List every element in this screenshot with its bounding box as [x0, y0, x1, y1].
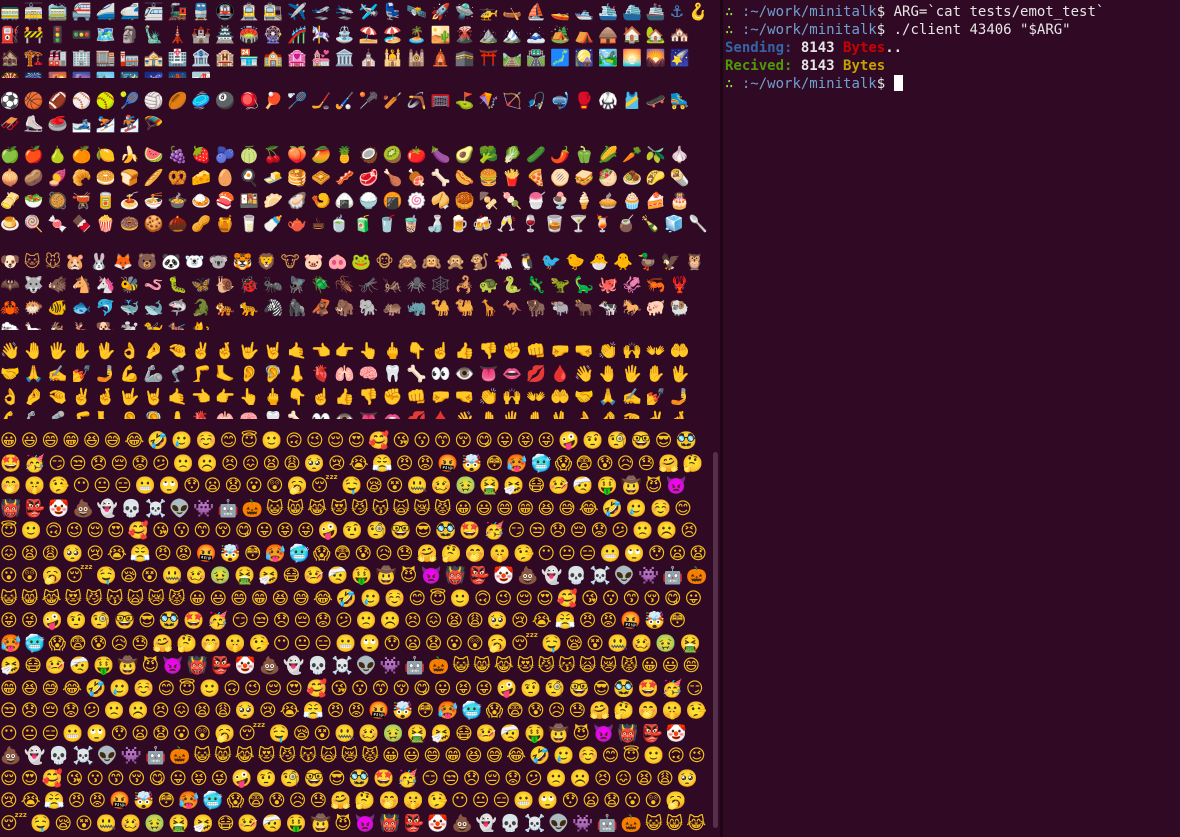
command-line-1: ∴ :~/work/minitalk$ ARG=`cat tests/emot_…: [725, 3, 1104, 21]
received-label: Recived:: [725, 58, 793, 74]
left-terminal-pane[interactable]: 🚃🚋🚞🚝🚄🚅🚈🚂🚆🚇🚊🚉✈️🛫🛬🛩️💺🛰️🚀🛸🚁🛶⛵🚤🛥️🛳️⛴️🚢⚓🪝⛽🚧🚦🚥…: [0, 0, 720, 837]
command-text-2: ./client 43406 "$ARG": [893, 22, 1071, 38]
prompt-dollar: $: [876, 22, 886, 38]
faces-emoji-text: 😀😃😄😁😆😅😂🤣🥲☺️😊😇🙂🙃😉😌😍🥰😘😗😙😚😋😛😝😜🤪🤨🧐🤓😎🥸🤩🥳😏😒😞😔😟…: [0, 431, 711, 832]
sending-status-line: Sending: 8143 Bytes..: [725, 39, 902, 57]
prompt-symbol: ∴: [725, 22, 734, 38]
prompt-dollar: $: [876, 76, 886, 92]
left-terminal-scrollbar[interactable]: [713, 452, 718, 828]
prompt-path: :~/work/minitalk: [741, 22, 877, 38]
food-emoji-output: 🍏🍎🍐🍊🍋🍌🍉🍇🍓🫐🍈🍒🍑🥭🍍🥥🥝🍅🍆🥑🥦🥬🥒🌶️🫑🌽🥕🫒🧄🧅🥔🍠🥐🥯🍞🥖🥨🧀🥚…: [0, 145, 713, 233]
hands-emoji-output: 👋🤚🖐️✋🖖👌🤌🤏✌️🤞🤟🤘🤙👈👉👆🖕👇☝️👍👎✊👊🤛🤜👏🙌👐🤲🤝🙏✍️💅🤳💪🦾…: [0, 341, 694, 419]
command-line-2: ∴ :~/work/minitalk$ ./client 43406 "$ARG…: [725, 21, 1071, 39]
sending-label: Sending:: [725, 40, 793, 56]
sport-emoji-output: ⚽🏀🏈⚾🥎🎾🏐🏉🥏🎱🪀🏓🏸🏒🏑🥍🏏🪃🥅⛳🪁🏹🎣🤿🥊🥋🎽🛹🛼🛷⛸️🥌🎿⛷️🏂🪂: [0, 91, 694, 133]
prompt-symbol: ∴: [725, 76, 734, 92]
prompt-path: :~/work/minitalk: [741, 76, 877, 92]
faces-emoji-output: 😀😃😄😁😆😅😂🤣🥲☺️😊😇🙂🙃😉😌😍🥰😘😗😙😚😋😛😝😜🤪🤨🧐🤓😎🥸🤩🥳😏😒😞😔😟…: [0, 430, 713, 832]
sending-suffix: ..: [885, 40, 903, 56]
command-line-3[interactable]: ∴ :~/work/minitalk$: [725, 75, 903, 93]
received-value: 8143: [800, 58, 835, 74]
prompt-dollar: $: [876, 4, 886, 20]
travel-emoji-output: 🚃🚋🚞🚝🚄🚅🚈🚂🚆🚇🚊🚉✈️🛫🛬🛩️💺🛰️🚀🛸🚁🛶⛵🚤🛥️🛳️⛴️🚢⚓🪝⛽🚧🚦🚥…: [0, 2, 713, 78]
received-status-line: Recived: 8143 Bytes: [725, 57, 885, 75]
received-unit: Bytes: [843, 58, 886, 74]
sending-unit: Bytes: [843, 40, 886, 56]
command-text-1: ARG=`cat tests/emot_test`: [893, 4, 1105, 20]
prompt-path: :~/work/minitalk: [741, 4, 877, 20]
prompt-symbol: ∴: [725, 4, 734, 20]
animal-emoji-output: 🐶🐱🐭🐹🐰🦊🐻🐼🐻‍❄️🐨🐯🦁🐮🐷🐽🐸🐵🙈🙉🙊🐒🐔🐧🐦🐤🐣🐥🦆🦅🦉🦇🐺🐗🐴🦄🐝🪱…: [0, 252, 709, 330]
sending-value: 8143: [800, 40, 835, 56]
right-terminal-pane[interactable]: ∴ :~/work/minitalk$ ARG=`cat tests/emot_…: [723, 0, 1180, 837]
terminal-cursor: [893, 75, 903, 91]
